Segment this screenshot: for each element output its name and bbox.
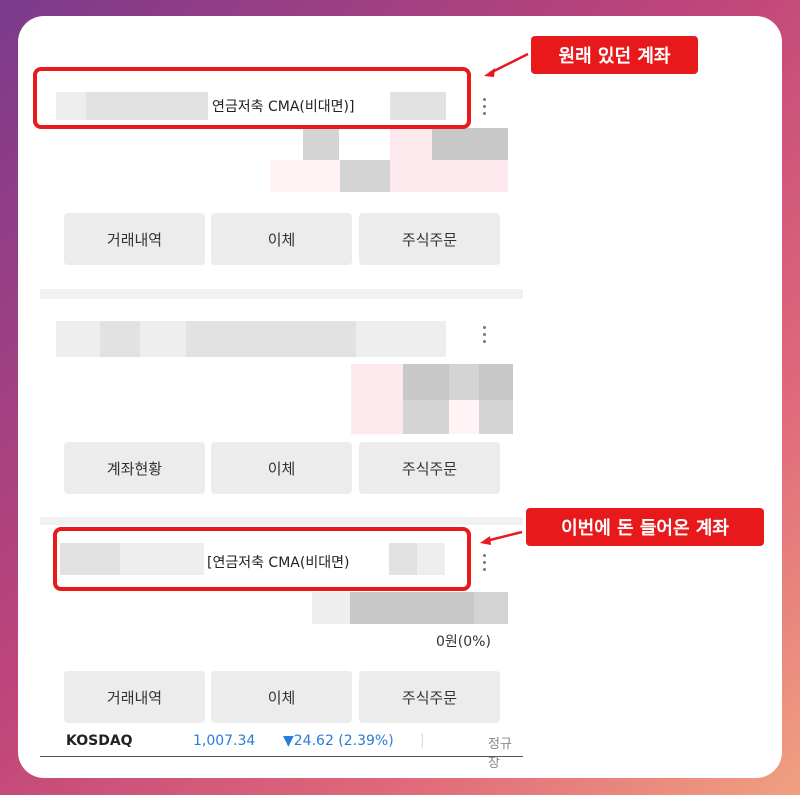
masked-balance (390, 128, 432, 160)
masked-balance (350, 592, 474, 624)
transaction-history-button[interactable]: 거래내역 (64, 671, 205, 723)
kebab-menu-icon[interactable] (478, 96, 492, 118)
masked-account-number (140, 321, 186, 357)
arrow-icon (480, 530, 523, 545)
stock-order-button[interactable]: 주식주문 (359, 442, 500, 494)
transfer-button[interactable]: 이체 (211, 442, 352, 494)
masked-balance (479, 400, 513, 434)
highlight-box-received (53, 527, 471, 591)
masked-account-number (100, 321, 140, 357)
transfer-button[interactable]: 이체 (211, 213, 352, 265)
balance-rate: 0원(0%) (436, 634, 491, 650)
masked-account-name (186, 321, 316, 357)
transaction-history-button[interactable]: 거래내역 (64, 213, 205, 265)
ticker-change: ▼24.62 (2.39%) (283, 733, 394, 749)
transfer-button[interactable]: 이체 (211, 671, 352, 723)
ticker-name: KOSDAQ (66, 733, 133, 749)
stock-order-button[interactable]: 주식주문 (359, 213, 500, 265)
masked-balance (449, 364, 479, 400)
masked-balance (449, 400, 479, 434)
market-status: 정규장 (488, 737, 512, 771)
ticker-separator: | (420, 732, 425, 748)
callout-original-account: 원래 있던 계좌 (531, 36, 698, 74)
masked-balance (351, 364, 403, 434)
section-divider (40, 289, 523, 299)
masked-balance (479, 364, 513, 400)
account-status-button[interactable]: 계좌현황 (64, 442, 205, 494)
masked-balance (474, 592, 508, 624)
kebab-menu-icon[interactable] (478, 324, 492, 346)
masked-balance (303, 128, 339, 160)
masked-balance (403, 400, 449, 434)
highlight-box-original (33, 67, 471, 129)
ticker-value: 1,007.34 (193, 733, 256, 749)
masked-balance (432, 128, 508, 160)
masked-balance (270, 160, 340, 192)
section-divider (40, 517, 523, 525)
masked-balance (390, 160, 508, 192)
masked-account-name (356, 321, 446, 357)
masked-balance (403, 364, 449, 400)
masked-account-number (56, 321, 100, 357)
stock-order-button[interactable]: 주식주문 (359, 671, 500, 723)
kebab-menu-icon[interactable] (478, 552, 492, 574)
masked-balance (340, 160, 390, 192)
market-ticker[interactable]: KOSDAQ 1,007.34 ▼24.62 (2.39%) | 정규장 (40, 724, 523, 771)
arrow-icon (484, 52, 529, 77)
masked-account-name (316, 321, 356, 357)
masked-balance (312, 592, 350, 624)
callout-received-account: 이번에 돈 들어온 계좌 (526, 508, 764, 546)
app-screen: 연금저축 CMA(비대면)] 거래내역 이체 주식주문 계좌현황 이체 주식주문… (18, 16, 782, 778)
